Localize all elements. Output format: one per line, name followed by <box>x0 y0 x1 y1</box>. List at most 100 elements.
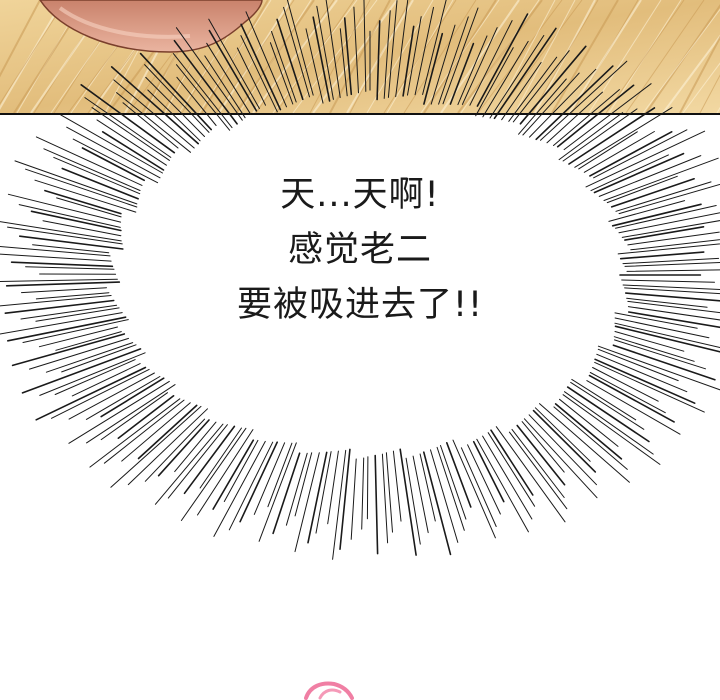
burst-speed-line <box>452 439 496 539</box>
burst-speed-line <box>35 366 147 421</box>
burst-speed-line <box>0 295 112 307</box>
burst-speed-line <box>419 453 436 522</box>
burst-speed-line <box>516 424 566 486</box>
burst-speed-line <box>614 325 720 353</box>
burst-speed-line <box>562 394 661 465</box>
burst-speed-line <box>622 284 720 291</box>
burst-speed-line <box>157 419 210 477</box>
burst-speed-line <box>511 428 565 498</box>
burst-speed-line <box>608 200 686 222</box>
burst-speed-line <box>495 426 566 523</box>
burst-speed-line <box>20 304 118 320</box>
burst-speed-line <box>294 452 313 517</box>
burst-speed-line <box>61 167 139 200</box>
burst-speed-line <box>51 368 150 419</box>
burst-speed-line <box>60 114 163 174</box>
burst-speed-line <box>554 403 623 460</box>
burst-speed-line <box>55 331 122 351</box>
burst-speed-line <box>183 425 236 495</box>
burst-speed-line <box>618 183 720 215</box>
burst-speed-line <box>381 453 389 544</box>
burst-speed-line <box>54 359 136 395</box>
burst-speed-line <box>590 154 669 192</box>
burst-speed-line <box>618 212 720 234</box>
burst-speed-line <box>154 423 224 505</box>
burst-speed-line <box>583 131 655 173</box>
burst-speed-line <box>197 429 254 516</box>
comic-panel-top <box>0 0 720 115</box>
burst-speed-line <box>10 261 114 268</box>
burst-speed-line <box>614 317 710 339</box>
burst-speed-line <box>25 168 138 208</box>
burst-speed-line <box>14 160 138 205</box>
burst-speed-line <box>0 312 123 335</box>
burst-speed-line <box>42 220 122 237</box>
speech-line-3: 要被吸进去了!! <box>236 285 484 325</box>
burst-speed-line <box>412 455 429 534</box>
burst-speed-line <box>614 312 698 329</box>
burst-speed-line <box>467 444 501 515</box>
burst-speed-line <box>508 431 568 510</box>
burst-speed-line <box>5 281 121 287</box>
burst-speed-line <box>613 336 695 362</box>
burst-speed-line <box>21 287 107 294</box>
burst-speed-line <box>25 266 115 270</box>
burst-speed-line <box>603 157 719 201</box>
burst-speed-line <box>624 292 720 302</box>
burst-speed-line <box>624 226 705 241</box>
burst-speed-line <box>472 440 505 503</box>
burst-speed-line <box>35 292 110 300</box>
burst-speed-line <box>534 407 591 462</box>
burst-speed-line <box>592 367 659 402</box>
burst-speed-line <box>597 348 679 382</box>
burst-speed-line <box>532 409 597 473</box>
burst-speed-line <box>101 131 165 171</box>
speech-bubble-text: 天...天啊! 感觉老二 要被吸进去了!! <box>160 168 560 333</box>
burst-speed-line <box>121 402 191 462</box>
burst-speed-line <box>258 442 297 542</box>
burst-speed-line <box>44 189 122 215</box>
burst-speed-line <box>594 361 705 413</box>
burst-speed-line <box>578 131 638 170</box>
burst-speed-line <box>0 253 112 262</box>
burst-speed-line <box>38 326 118 348</box>
burst-speed-line <box>482 435 533 520</box>
burst-speed-line <box>521 421 565 473</box>
burst-speed-line <box>436 446 465 531</box>
burst-speed-line <box>568 107 656 165</box>
burst-speed-line <box>571 378 637 421</box>
burst-speed-line <box>588 374 675 423</box>
burst-speed-line <box>39 352 146 396</box>
burst-speed-line <box>523 418 598 499</box>
burst-speed-line <box>622 257 720 265</box>
burst-speed-line <box>110 405 202 488</box>
speech-line-1: 天...天啊! <box>280 175 440 215</box>
burst-speed-line <box>307 451 328 544</box>
burst-speed-line <box>68 380 170 444</box>
burst-speed-line <box>589 372 666 414</box>
burst-speed-line <box>374 454 379 555</box>
burst-speed-line <box>315 451 332 534</box>
burst-speed-line <box>385 452 393 533</box>
burst-speed-line <box>445 441 472 508</box>
burst-speed-line <box>18 235 124 250</box>
burst-speed-line <box>213 440 266 537</box>
burst-speed-line <box>223 439 259 502</box>
burst-speed-line <box>615 205 717 229</box>
burst-speed-line <box>621 220 720 238</box>
burst-speed-line <box>627 311 720 329</box>
burst-speed-line <box>570 381 645 430</box>
burst-speed-line <box>626 297 708 308</box>
burst-speed-line <box>619 251 705 260</box>
burst-speed-line <box>440 445 467 520</box>
speech-line-2: 感觉老二 <box>287 230 432 270</box>
burst-speed-line <box>43 148 141 191</box>
burst-speed-line <box>35 136 143 186</box>
burst-speed-line <box>100 377 165 418</box>
burst-speed-line <box>574 107 673 168</box>
burst-speed-line <box>597 345 720 391</box>
panel-artwork <box>0 0 720 113</box>
burst-speed-line <box>66 126 161 179</box>
burst-speed-line <box>11 333 126 367</box>
burst-speed-line <box>528 414 597 486</box>
